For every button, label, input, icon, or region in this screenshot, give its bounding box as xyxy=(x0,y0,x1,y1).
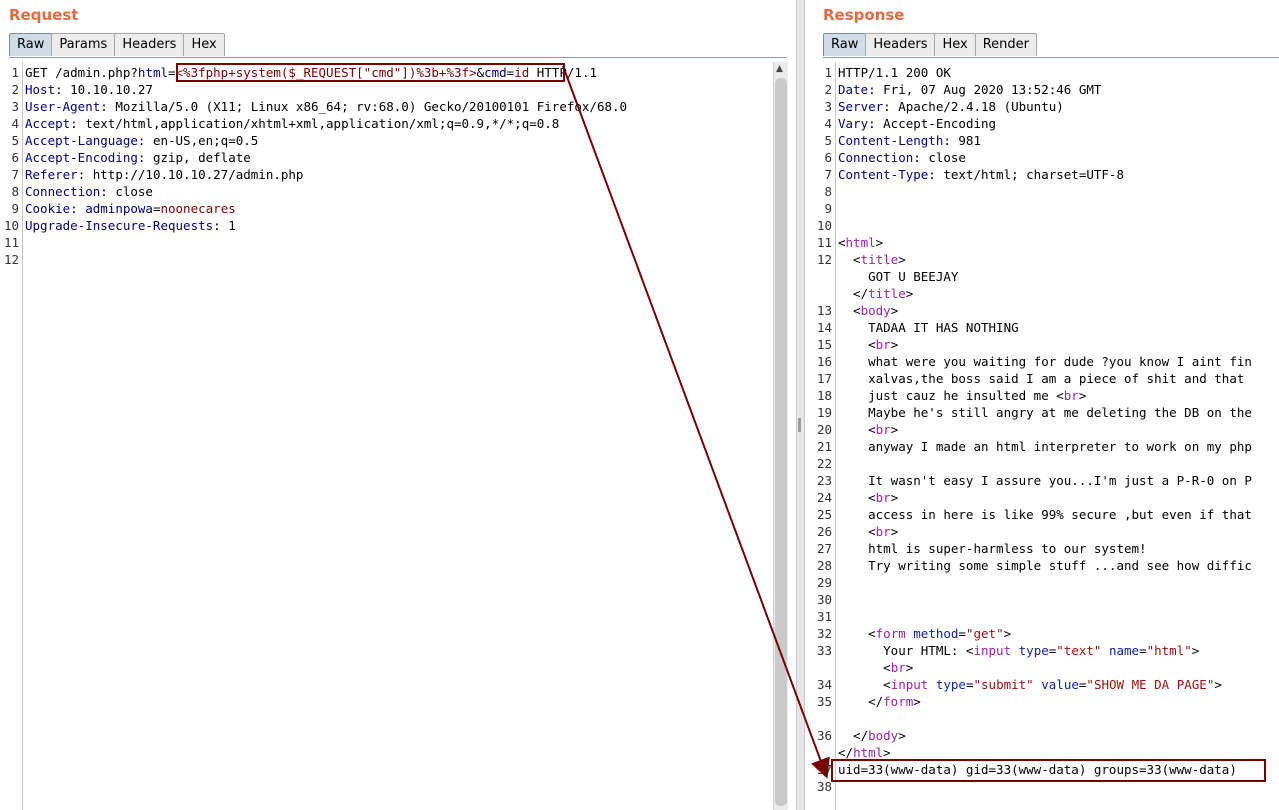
annotation-arrow-icon xyxy=(562,65,830,779)
